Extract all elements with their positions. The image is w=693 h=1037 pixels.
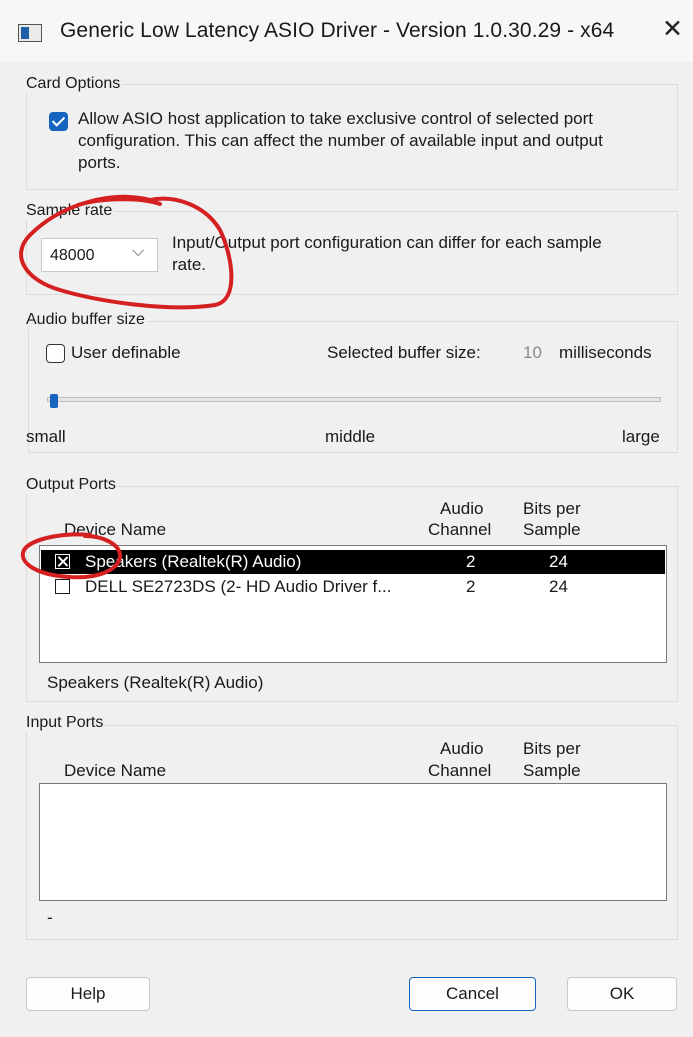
user-definable-checkbox[interactable] <box>46 344 65 363</box>
help-button[interactable]: Help <box>26 977 150 1011</box>
exclusive-control-text-line3: ports. <box>78 153 121 172</box>
sample-rate-select[interactable]: 48000 ⌵ <box>41 238 158 272</box>
input-col-audio: Audio <box>440 739 484 758</box>
output-col-sample: Sample <box>523 520 581 539</box>
slider-tick-large: large <box>622 427 660 446</box>
buffer-label: Audio buffer size <box>26 311 147 329</box>
output-port-name: Speakers (Realtek(R) Audio) <box>85 552 302 571</box>
slider-tick-middle: middle <box>325 427 376 446</box>
output-col-device-name: Device Name <box>64 520 167 539</box>
output-ports-list[interactable]: Speakers (Realtek(R) Audio) 2 24 DELL SE… <box>39 545 667 663</box>
input-col-device-name: Device Name <box>64 761 167 780</box>
output-port-bits: 24 <box>549 552 568 571</box>
output-col-bits: Bits per <box>523 499 581 518</box>
sample-rate-note-line2: rate. <box>172 255 207 274</box>
selected-buffer-value: 10 <box>523 343 542 362</box>
title-bar: Generic Low Latency ASIO Driver - Versio… <box>0 0 693 62</box>
input-col-sample: Sample <box>523 761 581 780</box>
ok-button[interactable]: OK <box>567 977 677 1011</box>
output-ports-label: Output Ports <box>26 476 118 494</box>
input-status: - <box>47 908 53 927</box>
close-icon[interactable]: ✕ <box>662 14 683 44</box>
output-port-row-speakers[interactable]: Speakers (Realtek(R) Audio) 2 24 <box>41 550 665 574</box>
sample-rate-note-line1: Input/Output port configuration can diff… <box>172 233 602 252</box>
output-port-name: DELL SE2723DS (2- HD Audio Driver f... <box>85 577 392 596</box>
user-definable-label: User definable <box>71 343 181 362</box>
card-options-label: Card Options <box>26 75 123 93</box>
selected-buffer-label: Selected buffer size: <box>327 343 481 362</box>
input-col-channel: Channel <box>428 761 492 780</box>
output-col-audio: Audio <box>440 499 484 518</box>
input-ports-label: Input Ports <box>26 714 106 732</box>
output-port-channels: 2 <box>466 552 476 571</box>
window-title: Generic Low Latency ASIO Driver - Versio… <box>60 19 615 42</box>
port-checkbox-checked-icon[interactable] <box>55 554 70 569</box>
chevron-down-icon: ⌵ <box>132 243 145 260</box>
exclusive-control-text-line1: Allow ASIO host application to take excl… <box>78 109 593 128</box>
output-col-channel: Channel <box>428 520 492 539</box>
slider-tick-small: small <box>26 427 66 446</box>
output-status: Speakers (Realtek(R) Audio) <box>47 673 264 692</box>
buffer-slider-thumb[interactable] <box>50 394 58 408</box>
output-port-row-dell[interactable]: DELL SE2723DS (2- HD Audio Driver f... 2… <box>41 575 665 599</box>
app-icon <box>18 24 42 42</box>
port-checkbox-icon[interactable] <box>55 579 70 594</box>
buffer-unit: milliseconds <box>559 343 652 362</box>
sample-rate-value: 48000 <box>50 247 95 264</box>
output-port-channels: 2 <box>466 577 476 596</box>
exclusive-control-text-line2: configuration. This can affect the numbe… <box>78 131 603 150</box>
cancel-button[interactable]: Cancel <box>409 977 536 1011</box>
buffer-slider-track[interactable] <box>47 397 661 402</box>
output-port-bits: 24 <box>549 577 568 596</box>
input-ports-list[interactable] <box>39 783 667 901</box>
input-col-bits: Bits per <box>523 739 581 758</box>
exclusive-control-checkbox[interactable] <box>49 112 68 131</box>
sample-rate-label: Sample rate <box>26 202 115 220</box>
